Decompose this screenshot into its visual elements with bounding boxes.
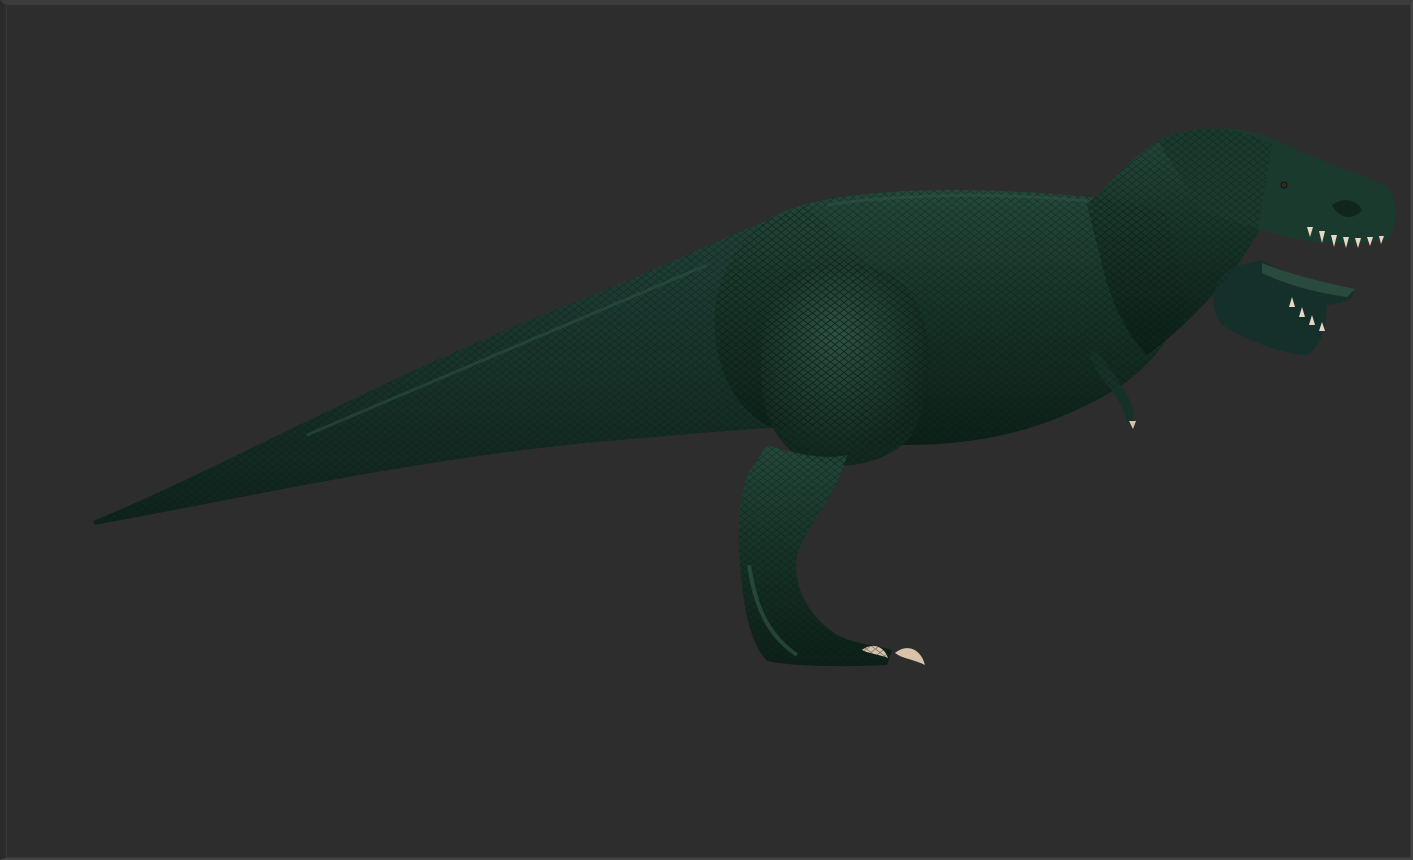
foot-claw bbox=[895, 648, 925, 665]
eye-icon bbox=[1280, 181, 1288, 189]
viewport-canvas[interactable] bbox=[6, 4, 1411, 858]
dinosaur-model[interactable] bbox=[7, 5, 1412, 857]
3d-viewport[interactable] bbox=[0, 0, 1413, 860]
arm-claw bbox=[1129, 421, 1136, 429]
